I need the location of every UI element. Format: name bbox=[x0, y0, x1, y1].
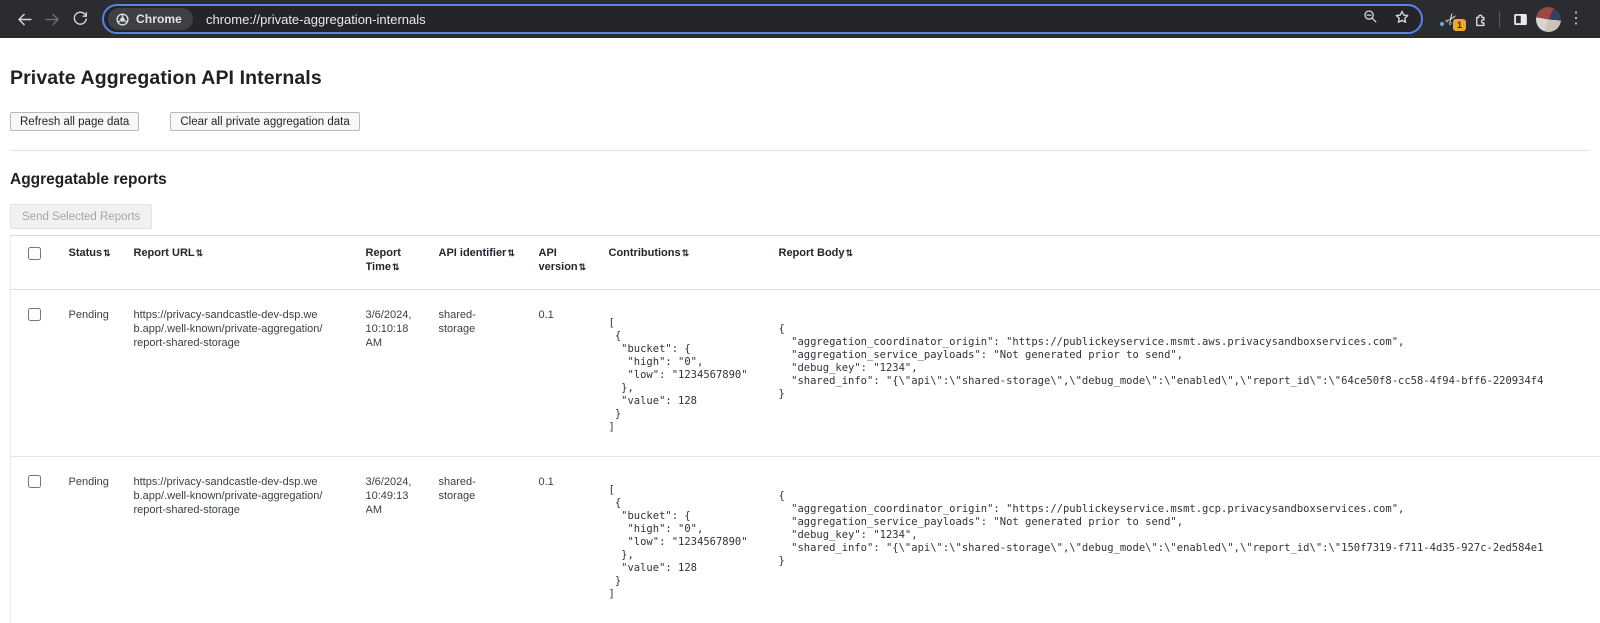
header-contributions[interactable]: Contributions⇅ bbox=[609, 236, 779, 290]
header-api-identifier[interactable]: API identifier⇅ bbox=[439, 236, 539, 290]
back-arrow-icon bbox=[15, 10, 34, 29]
report-body-cell: { "aggregation_coordinator_origin": "htt… bbox=[779, 289, 1600, 456]
reload-button[interactable] bbox=[66, 5, 94, 33]
contributions-json: [ { "bucket": { "high": "0", "low": "123… bbox=[609, 484, 763, 601]
api-identifier-cell: shared-storage bbox=[439, 456, 539, 623]
header-api-version[interactable]: API version⇅ bbox=[539, 236, 609, 290]
api-version-cell: 0.1 bbox=[539, 456, 609, 623]
zoom-magnifier-icon bbox=[1362, 8, 1379, 25]
page-content: Private Aggregation API Internals Refres… bbox=[0, 67, 1600, 623]
contributions-cell: [ { "bucket": { "high": "0", "low": "123… bbox=[609, 456, 779, 623]
profile-button[interactable] bbox=[1534, 5, 1562, 33]
sort-icon: ⇅ bbox=[103, 248, 111, 258]
select-all-checkbox[interactable] bbox=[28, 247, 41, 260]
url-text[interactable]: chrome://private-aggregation-internals bbox=[206, 12, 1362, 27]
sort-icon: ⇅ bbox=[507, 248, 515, 258]
chrome-logo-icon bbox=[115, 12, 130, 27]
sort-icon: ⇅ bbox=[846, 248, 854, 258]
forward-arrow-icon bbox=[43, 10, 62, 29]
puzzle-icon bbox=[1470, 10, 1489, 29]
reload-icon bbox=[71, 10, 89, 28]
section-heading: Aggregatable reports bbox=[10, 171, 1590, 189]
report-body-cell: { "aggregation_coordinator_origin": "htt… bbox=[779, 456, 1600, 623]
report-url-cell: https://privacy-sandcastle-dev-dsp.web.a… bbox=[134, 289, 366, 456]
chrome-chip-label: Chrome bbox=[136, 12, 182, 26]
report-url-cell: https://privacy-sandcastle-dev-dsp.web.a… bbox=[134, 456, 366, 623]
bookmark-button[interactable] bbox=[1393, 8, 1411, 31]
back-button[interactable] bbox=[10, 5, 38, 33]
kebab-menu-icon: ⋮ bbox=[1568, 11, 1584, 27]
report-time-cell: 3/6/2024, 10:10:18 AM bbox=[366, 289, 439, 456]
page-title: Private Aggregation API Internals bbox=[10, 67, 1590, 90]
side-panel-icon bbox=[1511, 10, 1530, 29]
contributions-cell: [ { "bucket": { "high": "0", "low": "123… bbox=[609, 289, 779, 456]
extension-badge: 1 bbox=[1453, 19, 1466, 31]
contributions-json: [ { "bucket": { "high": "0", "low": "123… bbox=[609, 317, 763, 434]
header-report-url[interactable]: Report URL⇅ bbox=[134, 236, 366, 290]
sort-icon: ⇅ bbox=[196, 248, 204, 258]
report-body-json: { "aggregation_coordinator_origin": "htt… bbox=[779, 490, 1585, 568]
status-cell: Pending bbox=[69, 289, 134, 456]
api-identifier-cell: shared-storage bbox=[439, 289, 539, 456]
row-select-cell bbox=[11, 289, 69, 456]
status-cell: Pending bbox=[69, 456, 134, 623]
sort-icon: ⇅ bbox=[682, 248, 690, 258]
table-header-row: Status⇅ Report URL⇅ Report Time⇅ API ide… bbox=[11, 236, 1600, 290]
chrome-page-chip[interactable]: Chrome bbox=[108, 8, 193, 30]
header-status[interactable]: Status⇅ bbox=[69, 236, 134, 290]
sort-icon: ⇅ bbox=[392, 262, 400, 272]
report-time-cell: 3/6/2024, 10:49:13 AM bbox=[366, 456, 439, 623]
row-select-cell bbox=[11, 456, 69, 623]
header-report-body[interactable]: Report Body⇅ bbox=[779, 236, 1600, 290]
extension-dot bbox=[1440, 22, 1444, 26]
extension-scissors-button[interactable]: ✂ 1 bbox=[1437, 5, 1465, 33]
table-row: Pending https://privacy-sandcastle-dev-d… bbox=[11, 456, 1600, 623]
table-row: Pending https://privacy-sandcastle-dev-d… bbox=[11, 289, 1600, 456]
section-divider bbox=[10, 150, 1590, 151]
star-icon bbox=[1393, 8, 1411, 26]
row-checkbox[interactable] bbox=[28, 475, 41, 488]
side-panel-button[interactable] bbox=[1506, 5, 1534, 33]
profile-avatar bbox=[1536, 7, 1561, 32]
browser-toolbar: Chrome chrome://private-aggregation-inte… bbox=[0, 0, 1600, 38]
select-all-cell bbox=[11, 236, 69, 290]
api-version-cell: 0.1 bbox=[539, 289, 609, 456]
zoom-button[interactable] bbox=[1362, 8, 1379, 30]
refresh-all-button[interactable]: Refresh all page data bbox=[10, 112, 139, 131]
clear-all-button[interactable]: Clear all private aggregation data bbox=[170, 112, 359, 131]
report-body-json: { "aggregation_coordinator_origin": "htt… bbox=[779, 323, 1585, 401]
header-report-time[interactable]: Report Time⇅ bbox=[366, 236, 439, 290]
sort-icon: ⇅ bbox=[579, 262, 587, 272]
reports-table: Status⇅ Report URL⇅ Report Time⇅ API ide… bbox=[10, 235, 1600, 623]
omnibox[interactable]: Chrome chrome://private-aggregation-inte… bbox=[102, 4, 1423, 34]
toolbar-separator bbox=[1499, 11, 1500, 28]
extensions-button[interactable] bbox=[1465, 5, 1493, 33]
reports-table-wrap: Status⇅ Report URL⇅ Report Time⇅ API ide… bbox=[10, 235, 1600, 623]
page-actions: Refresh all page data Clear all private … bbox=[10, 112, 1590, 131]
forward-button[interactable] bbox=[38, 5, 66, 33]
send-selected-reports-button[interactable]: Send Selected Reports bbox=[10, 204, 152, 229]
browser-menu-button[interactable]: ⋮ bbox=[1562, 5, 1590, 33]
row-checkbox[interactable] bbox=[28, 308, 41, 321]
